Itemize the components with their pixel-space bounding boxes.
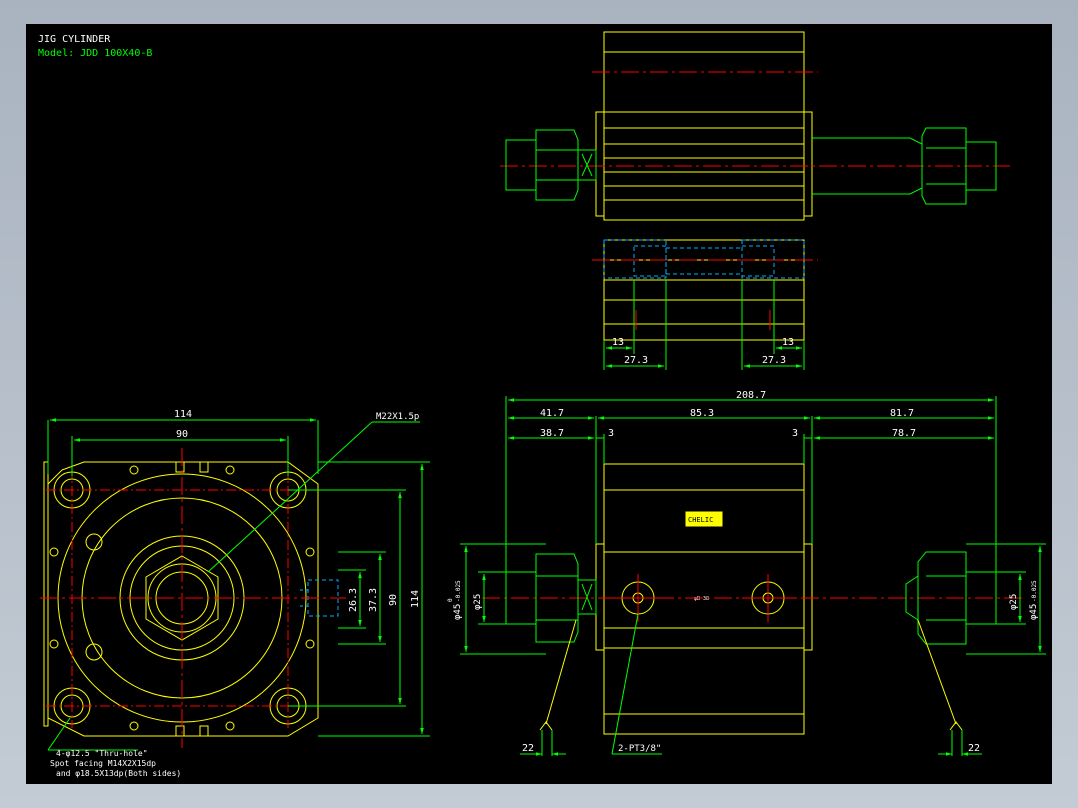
dim-side-bottom-right-22: 22: [968, 743, 980, 754]
hole-note-3: and φ18.5X13dp(Both sides): [56, 769, 181, 778]
dim-side-gap-right: 3: [792, 428, 798, 439]
cad-drawing: JIG CYLINDER Model: JDD 100X40-B 13 27.3…: [38, 31, 1046, 778]
dim-front-90-v: 90: [388, 594, 399, 606]
dim-side-tol-right: -0.025: [1031, 580, 1038, 602]
dim-top-left-13: 13: [612, 337, 624, 348]
dim-top-right-27: 27.3: [762, 355, 786, 366]
dim-top-left-27: 27.3: [624, 355, 648, 366]
dim-side-gap-left: 3: [608, 428, 614, 439]
tiny-label: φB 38: [694, 596, 709, 602]
dim-front-114-v: 114: [410, 590, 421, 608]
port-note: 2-PT3/8": [618, 744, 661, 754]
dim-front-114-h: 114: [174, 409, 192, 420]
dim-side-dia-right-45: φ45: [1029, 604, 1039, 620]
dim-side-left-rod: 38.7: [540, 428, 564, 439]
dim-side-right-rod: 78.7: [892, 428, 916, 439]
dim-side-overall: 208.7: [736, 390, 766, 401]
dim-side-tol-left-top: 0: [447, 598, 454, 602]
dim-side-tol-left: -0.025: [455, 580, 462, 602]
hole-note-2: Spot facing M14X2X15dp: [50, 759, 156, 768]
dim-side-bottom-left-22: 22: [522, 743, 534, 754]
dim-side-body: 85.3: [690, 408, 714, 419]
title-line-2: Model: JDD 100X40-B: [38, 48, 152, 59]
dim-front-26: 26.3: [348, 588, 359, 612]
callout-thread: M22X1.5p: [376, 412, 419, 422]
dim-side-left-ext: 41.7: [540, 408, 564, 419]
dim-side-dia-right-25: φ25: [1009, 594, 1019, 610]
label-plate: CHELIC: [688, 516, 713, 524]
hole-note-1: 4-φ12.5 "Thru-hole": [56, 749, 148, 758]
dim-front-37: 37.3: [368, 588, 379, 612]
dim-front-90-h: 90: [176, 429, 188, 440]
dim-side-right-ext: 81.7: [890, 408, 914, 419]
side-view: CHELIC φB 38 208.7 41.7 85.3 81.7 38.7 3…: [447, 390, 1046, 756]
top-view: 13 27.3 13 27.3: [500, 31, 1010, 370]
drawing-canvas: JIG CYLINDER Model: JDD 100X40-B 13 27.3…: [26, 24, 1052, 784]
title-line-1: JIG CYLINDER: [38, 34, 111, 45]
dim-side-dia-left-25: φ25: [473, 594, 483, 610]
dim-top-right-13: 13: [782, 337, 794, 348]
dim-side-dia-left-45: φ45: [453, 604, 463, 620]
front-view: 114 90 114 90 37.3 26.3 M22X1.5p 4-φ12.5…: [40, 409, 430, 778]
